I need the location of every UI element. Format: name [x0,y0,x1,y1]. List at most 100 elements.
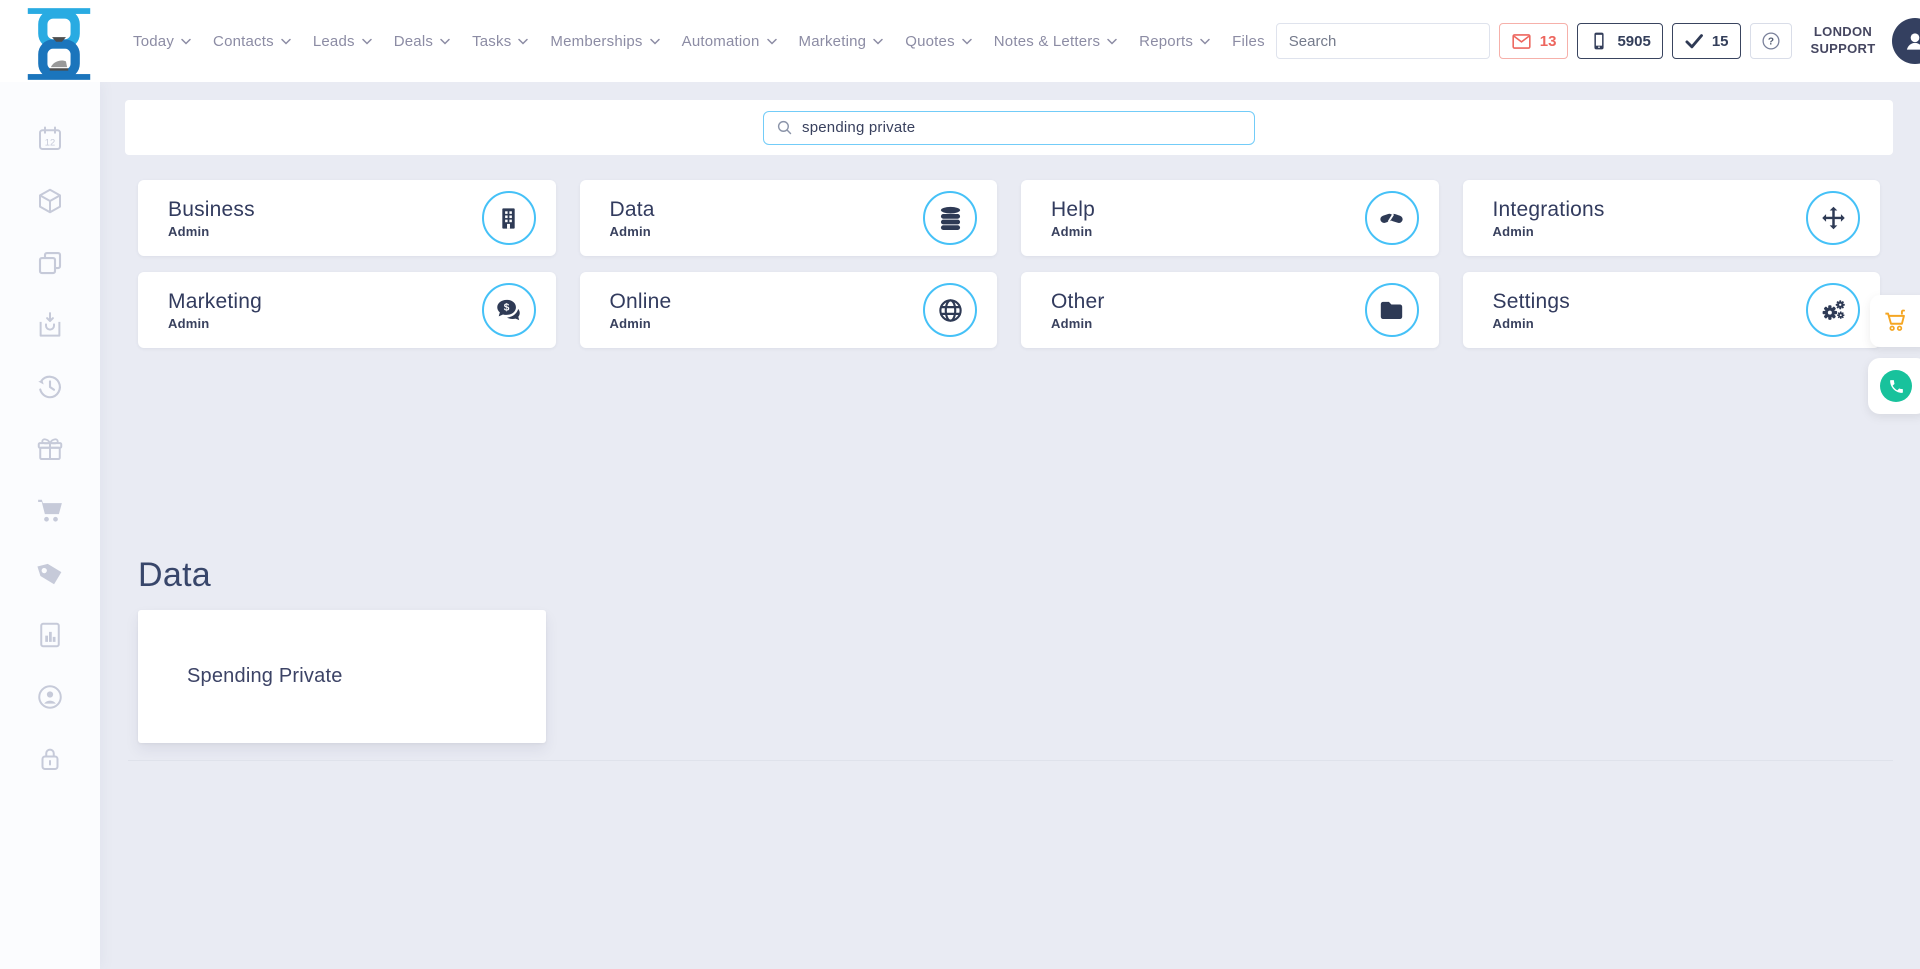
handshake-icon [1365,191,1419,245]
nav-item-today[interactable]: Today [122,25,202,58]
building-icon [482,191,536,245]
admin-search-box [763,111,1255,145]
report-chart-icon[interactable] [35,620,65,650]
nav-label: Marketing [799,33,867,50]
card-title: Other [1051,290,1365,314]
nav-item-reports[interactable]: Reports [1128,25,1221,58]
card-title: Data [610,198,924,222]
nav-label: Contacts [213,33,274,50]
nav-label: Deals [394,33,433,50]
nav-item-contacts[interactable]: Contacts [202,25,302,58]
top-bar: Today Contacts Leads Deals Tasks Members… [0,0,1920,82]
calendar-icon[interactable]: 12 [35,124,65,154]
admin-card-settings[interactable]: Settings Admin [1463,272,1881,348]
floating-cart-widget[interactable] [1870,295,1920,347]
nav-item-tasks[interactable]: Tasks [461,25,539,58]
floating-phone-widget[interactable] [1868,358,1920,414]
avatar[interactable] [1892,18,1920,64]
admin-card-other[interactable]: Other Admin [1021,272,1439,348]
card-subtitle: Admin [1493,316,1807,331]
nav-label: Today [133,33,174,50]
result-card-spending-private[interactable]: Spending Private [138,610,546,743]
nav-item-quotes[interactable]: Quotes [894,25,983,58]
chevron-down-icon [518,38,528,45]
mail-count: 13 [1540,33,1557,50]
nav-label: Tasks [472,33,511,50]
result-label: Spending Private [187,665,343,688]
nav-item-memberships[interactable]: Memberships [539,25,670,58]
card-text: Marketing Admin [168,290,482,331]
card-title: Marketing [168,290,482,314]
copy-icon[interactable] [35,248,65,278]
topbar-right-cluster: 13 5905 15 ? LONDON SUPPORT [1276,18,1920,64]
cart-icon [1882,308,1909,335]
global-search [1276,23,1490,59]
help-button[interactable]: ? [1750,23,1792,59]
admin-card-data[interactable]: Data Admin [580,180,998,256]
card-text: Business Admin [168,198,482,239]
nav-item-automation[interactable]: Automation [671,25,788,58]
admin-card-online[interactable]: Online Admin [580,272,998,348]
chevron-down-icon [1200,38,1210,45]
lock-icon[interactable] [35,744,65,774]
nav-item-marketing[interactable]: Marketing [788,25,895,58]
nav-label: Leads [313,33,355,50]
user-icon [1902,28,1920,54]
user-circle-icon[interactable] [35,682,65,712]
user-menu[interactable]: LONDON SUPPORT [1811,24,1876,58]
globe-icon [923,283,977,337]
database-icon [923,191,977,245]
task-count: 15 [1712,33,1729,50]
checkmark-icon [1684,31,1704,51]
admin-card-business[interactable]: Business Admin [138,180,556,256]
main-content: Business Admin Data Admin [100,0,1920,761]
shopping-bag-icon[interactable] [35,310,65,340]
svg-text:$: $ [504,302,510,313]
global-search-input[interactable] [1277,33,1490,50]
card-subtitle: Admin [168,224,482,239]
nav-label: Reports [1139,33,1193,50]
nav-label: Memberships [550,33,642,50]
tasks-done-button[interactable]: 15 [1672,23,1741,59]
user-name-line2: SUPPORT [1811,41,1876,58]
history-icon[interactable] [35,372,65,402]
chevron-down-icon [1107,38,1117,45]
card-subtitle: Admin [1051,224,1365,239]
main-navigation: Today Contacts Leads Deals Tasks Members… [122,25,1276,58]
price-tag-icon[interactable] [35,558,65,588]
nav-item-deals[interactable]: Deals [383,25,461,58]
card-subtitle: Admin [1051,316,1365,331]
card-subtitle: Admin [1493,224,1807,239]
cube-icon[interactable] [35,186,65,216]
admin-card-marketing[interactable]: Marketing Admin $ [138,272,556,348]
nav-item-leads[interactable]: Leads [302,25,383,58]
admin-search-input[interactable] [802,119,1242,136]
card-title: Business [168,198,482,222]
nav-item-notes-letters[interactable]: Notes & Letters [983,25,1128,58]
card-subtitle: Admin [168,316,482,331]
nav-label: Automation [682,33,760,50]
phone-count: 5905 [1617,33,1650,50]
gift-icon[interactable] [35,434,65,464]
card-text: Online Admin [610,290,924,331]
phone-calls-button[interactable]: 5905 [1577,23,1662,59]
gears-icon [1806,283,1860,337]
question-circle-icon: ? [1760,30,1782,52]
chevron-down-icon [767,38,777,45]
user-name-line1: LONDON [1811,24,1876,41]
hourglass-logo-icon[interactable] [22,7,96,75]
search-icon [776,119,793,136]
card-subtitle: Admin [610,224,924,239]
chevron-down-icon [650,38,660,45]
card-title: Online [610,290,924,314]
cart-icon[interactable] [35,496,65,526]
nav-item-files[interactable]: Files [1221,25,1276,58]
admin-card-help[interactable]: Help Admin [1021,180,1439,256]
admin-card-integrations[interactable]: Integrations Admin [1463,180,1881,256]
envelope-icon [1511,31,1532,52]
mail-notifications-button[interactable]: 13 [1499,23,1569,59]
chevron-down-icon [362,38,372,45]
chevron-down-icon [281,38,291,45]
section-divider [128,760,1893,761]
nav-label: Notes & Letters [994,33,1100,50]
